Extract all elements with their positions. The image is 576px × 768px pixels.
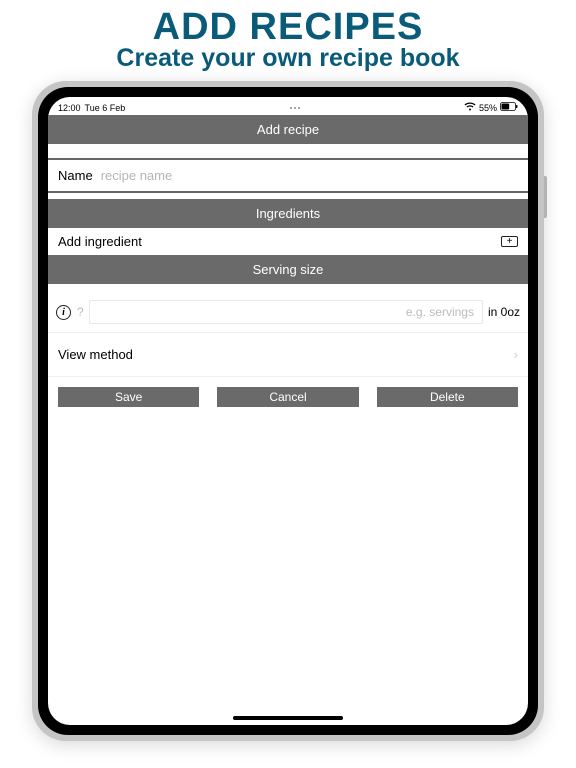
- promo-subtitle: Create your own recipe book: [0, 45, 576, 71]
- wifi-icon: [464, 102, 476, 113]
- battery-icon: [500, 102, 518, 113]
- multitask-dots-icon: [290, 107, 300, 109]
- header-serving-size: Serving size: [48, 255, 528, 284]
- battery-percent: 55%: [479, 103, 497, 113]
- info-icon[interactable]: i: [56, 305, 71, 320]
- add-ingredient-row[interactable]: Add ingredient +: [48, 228, 528, 255]
- home-indicator[interactable]: [233, 716, 343, 720]
- servings-input[interactable]: e.g. servings: [89, 300, 483, 324]
- promo-header: ADD RECIPES Create your own recipe book: [0, 0, 576, 77]
- status-time: 12:00: [58, 103, 81, 113]
- chevron-right-icon: ›: [514, 347, 518, 362]
- name-row[interactable]: Name recipe name: [48, 158, 528, 193]
- serving-unit: in 0oz: [488, 305, 520, 319]
- add-ingredient-label: Add ingredient: [58, 234, 142, 249]
- view-method-label: View method: [58, 347, 133, 362]
- tablet-device-frame: 12:00 Tue 6 Feb 55% Add recipe: [32, 81, 544, 741]
- serving-row: i ? e.g. servings in 0oz: [48, 292, 528, 333]
- status-bar: 12:00 Tue 6 Feb 55%: [48, 97, 528, 115]
- header-add-recipe: Add recipe: [48, 115, 528, 144]
- promo-title: ADD RECIPES: [0, 8, 576, 48]
- save-button[interactable]: Save: [58, 387, 199, 407]
- button-row: Save Cancel Delete: [48, 377, 528, 417]
- header-ingredients: Ingredients: [48, 199, 528, 228]
- name-input[interactable]: recipe name: [101, 168, 518, 183]
- device-power-button: [544, 176, 547, 218]
- delete-button[interactable]: Delete: [377, 387, 518, 407]
- cancel-button[interactable]: Cancel: [217, 387, 358, 407]
- view-method-row[interactable]: View method ›: [48, 333, 528, 377]
- screen: 12:00 Tue 6 Feb 55% Add recipe: [48, 97, 528, 725]
- status-date: Tue 6 Feb: [85, 103, 126, 113]
- add-ingredient-icon[interactable]: +: [501, 236, 518, 247]
- help-question-mark[interactable]: ?: [77, 305, 84, 319]
- name-label: Name: [58, 168, 93, 183]
